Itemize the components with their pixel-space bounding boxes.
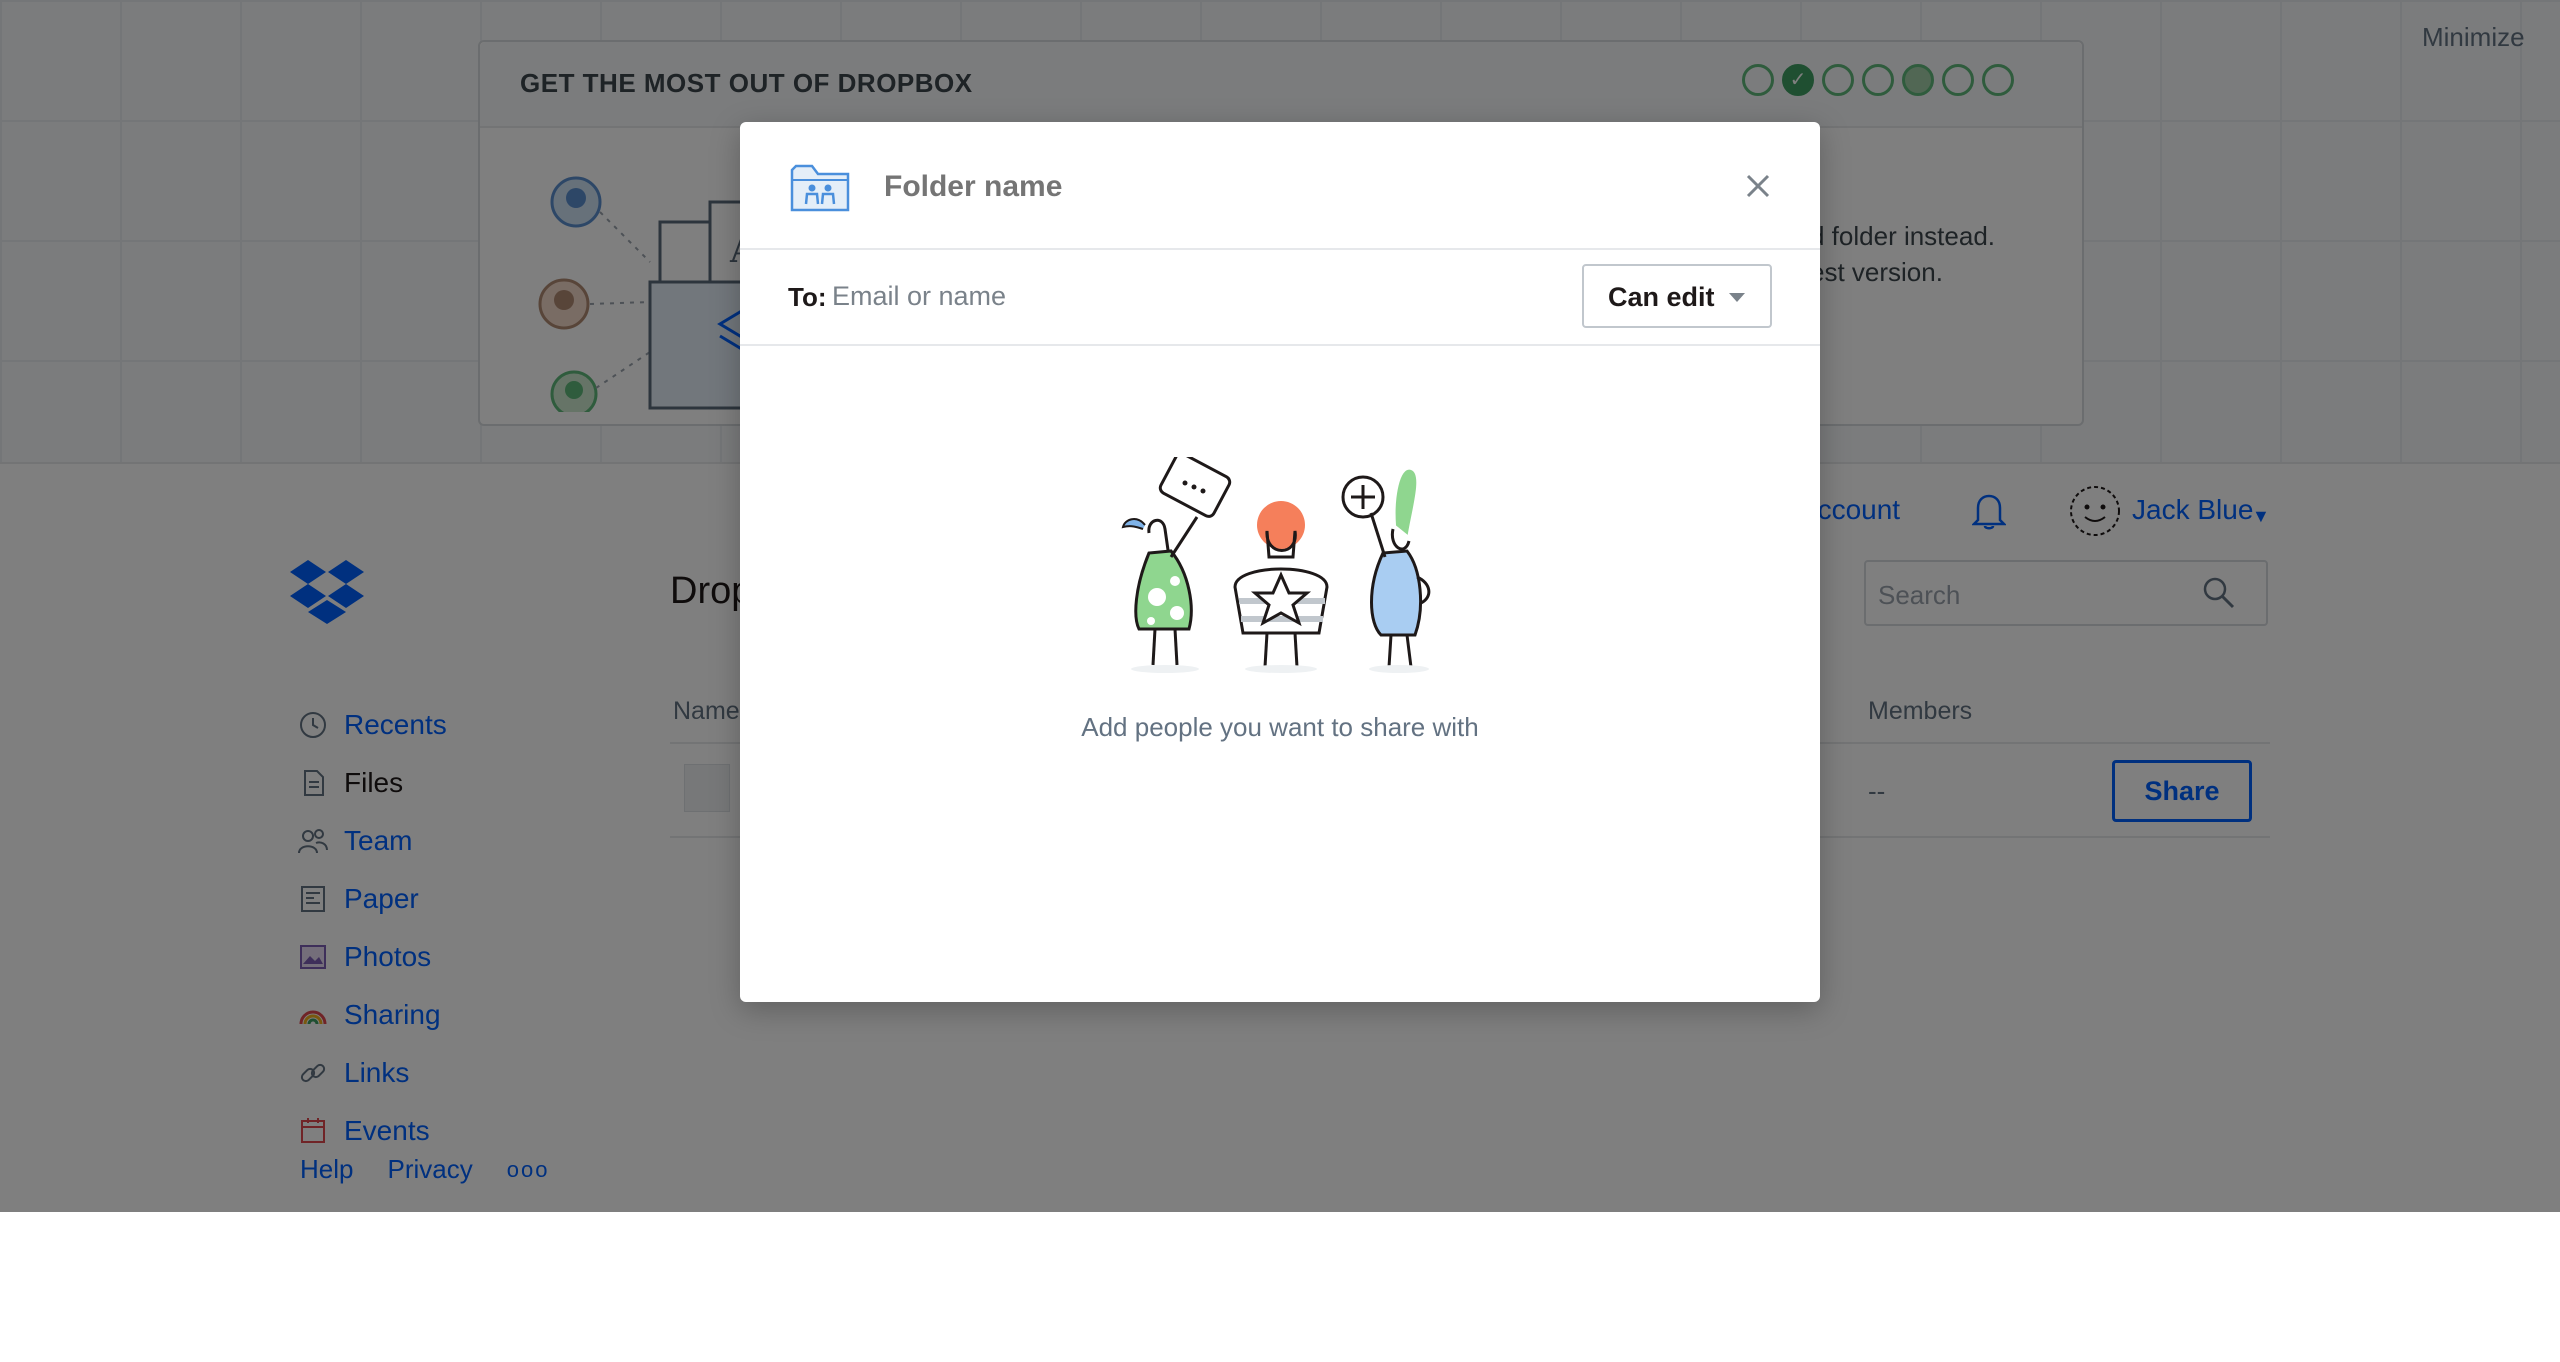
permission-dropdown[interactable]: Can edit [1582,264,1772,328]
permission-value: Can edit [1608,282,1715,312]
folder-name-input[interactable] [884,170,1584,204]
chevron-down-icon [1729,293,1745,302]
empty-state-text: Add people you want to share with [1081,712,1479,742]
recipient-row: To: Can edit [740,248,1820,346]
dialog-header [740,122,1820,250]
to-label: To: [788,282,827,312]
share-folder-dialog: To: Can edit [740,122,1820,1002]
email-or-name-input[interactable] [832,276,1432,316]
close-button[interactable] [1738,166,1778,206]
shared-folder-icon [790,164,850,212]
close-icon [1746,174,1770,198]
people-illustration [1121,457,1431,673]
